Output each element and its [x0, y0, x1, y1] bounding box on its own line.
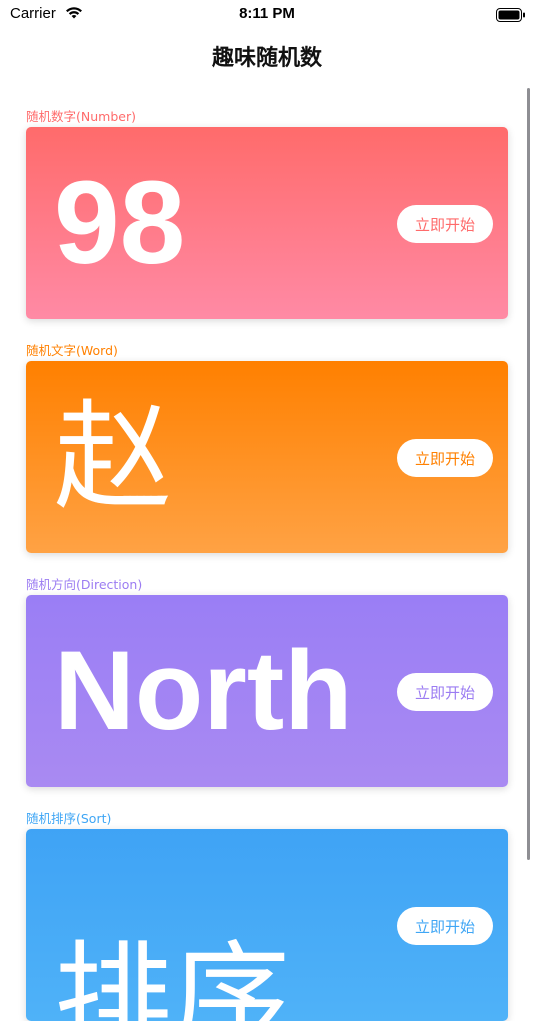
- word-card: 赵 立即开始: [26, 361, 508, 553]
- section-number: 随机数字(Number) 98 立即开始: [26, 109, 508, 319]
- number-start-button[interactable]: 立即开始: [397, 205, 493, 243]
- section-label-word: 随机文字(Word): [26, 343, 118, 358]
- random-sort-value: 排序: [54, 929, 291, 1021]
- random-word-value: 赵: [54, 388, 173, 526]
- section-word: 随机文字(Word) 赵 立即开始: [26, 343, 508, 553]
- status-bar: Carrier 8:11 PM: [0, 0, 534, 28]
- section-label-number: 随机数字(Number): [26, 109, 136, 124]
- battery-icon: [496, 7, 526, 26]
- section-label-direction: 随机方向(Direction): [26, 577, 143, 592]
- number-card: 98 立即开始: [26, 127, 508, 319]
- section-label-sort: 随机排序(Sort): [26, 811, 112, 826]
- sort-card: 排序 立即开始: [26, 829, 508, 1021]
- sort-start-button[interactable]: 立即开始: [397, 907, 493, 945]
- direction-start-button[interactable]: 立即开始: [397, 673, 493, 711]
- page-title: 趣味随机数: [211, 46, 322, 71]
- direction-card: North 立即开始: [26, 595, 508, 787]
- status-time: 8:11 PM: [239, 5, 295, 22]
- section-direction: 随机方向(Direction) North 立即开始: [26, 577, 508, 787]
- scrollbar[interactable]: [527, 88, 530, 860]
- word-start-button[interactable]: 立即开始: [397, 439, 493, 477]
- random-number-value: 98: [54, 157, 186, 289]
- section-sort: 随机排序(Sort) 排序 立即开始: [26, 811, 508, 1021]
- random-direction-value: North: [54, 628, 353, 753]
